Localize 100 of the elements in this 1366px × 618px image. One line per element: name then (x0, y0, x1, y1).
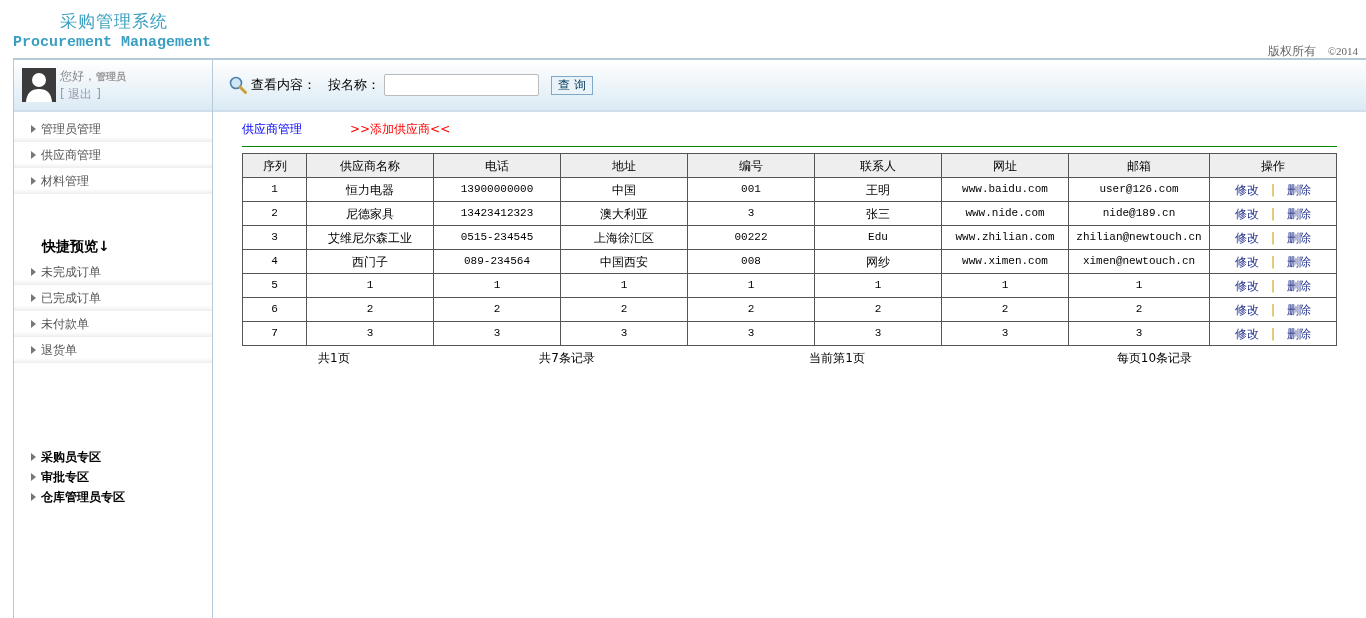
delete-link[interactable]: 删除 (1287, 278, 1311, 293)
table-cell: 恒力电器 (306, 177, 434, 202)
table-cell: 王明 (814, 177, 942, 202)
table-cell: 5 (242, 273, 307, 298)
table-cell: 3 (1068, 321, 1210, 346)
delete-link[interactable]: 删除 (1287, 254, 1311, 269)
table-cell: 008 (687, 249, 815, 274)
pagination-text: 共7条记录 (538, 350, 596, 367)
table-cell: 2 (242, 201, 307, 226)
edit-link[interactable]: 修改 (1234, 326, 1259, 341)
search-button[interactable]: 查 询 (551, 75, 593, 95)
table-cell: www.nide.com (941, 201, 1069, 226)
triangle-icon (31, 473, 36, 481)
section-title: 快捷预览↓ (40, 237, 111, 256)
table-cell: 1 (687, 273, 815, 298)
separator: | (1270, 302, 1275, 317)
table-cell: 4 (242, 249, 307, 274)
table-cell: 3 (941, 321, 1069, 346)
separator: | (1270, 278, 1275, 293)
triangle-icon (31, 125, 36, 133)
menu-item[interactable]: 材料管理 (41, 172, 89, 190)
app-subtitle: Procurement Management (13, 33, 212, 53)
copyright-year: ©2014 (1327, 44, 1358, 59)
column-header: 操作 (1209, 153, 1337, 178)
table-cell: 3 (433, 321, 561, 346)
table-cell: www.zhilian.com (941, 225, 1069, 250)
table-cell: Edu (814, 225, 942, 250)
table-cell: 1 (560, 273, 688, 298)
delete-link[interactable]: 删除 (1287, 206, 1311, 221)
search-field[interactable] (384, 74, 539, 96)
table-cell: 2 (560, 297, 688, 322)
breadcrumb-link[interactable]: 供应商管理 (242, 120, 302, 138)
table-cell: 3 (814, 321, 942, 346)
greeting-text: 您好， (60, 69, 96, 83)
column-header: 供应商名称 (306, 153, 434, 178)
column-header: 网址 (941, 153, 1069, 178)
table-cell: nide@189.cn (1068, 201, 1210, 226)
edit-link[interactable]: 修改 (1234, 302, 1259, 317)
delete-link[interactable]: 删除 (1287, 230, 1311, 245)
menu-item[interactable]: 退货单 (41, 341, 77, 359)
table-cell: 001 (687, 177, 815, 202)
table-cell: 13423412323 (433, 201, 561, 226)
triangle-icon (31, 453, 36, 461)
table-cell: 澳大利亚 (560, 201, 688, 226)
table-cell: 089-234564 (433, 249, 561, 274)
table-cell: 3 (242, 225, 307, 250)
table-cell: 13900000000 (433, 177, 561, 202)
triangle-icon (31, 268, 36, 276)
add-supplier-link[interactable]: >>添加供应商<< (350, 120, 451, 138)
triangle-icon (31, 493, 36, 501)
table-cell: 7 (242, 321, 307, 346)
table-cell: 艾维尼尔森工业 (306, 225, 434, 250)
triangle-icon (31, 320, 36, 328)
zone-link[interactable]: 采购员专区 (41, 448, 101, 466)
table-cell: www.ximen.com (941, 249, 1069, 274)
menu-item[interactable]: 已完成订单 (41, 289, 101, 307)
table-cell: ximen@newtouch.cn (1068, 249, 1210, 274)
column-header: 邮箱 (1068, 153, 1210, 178)
edit-link[interactable]: 修改 (1234, 206, 1259, 221)
zone-link[interactable]: 审批专区 (41, 468, 89, 486)
edit-link[interactable]: 修改 (1234, 230, 1259, 245)
triangle-icon (31, 151, 36, 159)
delete-link[interactable]: 删除 (1287, 326, 1311, 341)
table-cell: 1 (814, 273, 942, 298)
table-cell: 2 (814, 297, 942, 322)
table-cell: 2 (941, 297, 1069, 322)
table-cell: 2 (433, 297, 561, 322)
column-header: 序列 (242, 153, 307, 178)
table-cell: 中国 (560, 177, 688, 202)
table-cell: 2 (1068, 297, 1210, 322)
table-cell: www.baidu.com (941, 177, 1069, 202)
zone-link[interactable]: 仓库管理员专区 (41, 488, 125, 506)
separator: | (1270, 254, 1275, 269)
menu-item[interactable]: 管理员管理 (41, 120, 101, 138)
table-cell: 3 (306, 321, 434, 346)
table-cell: 1 (1068, 273, 1210, 298)
table-cell: 网纱 (814, 249, 942, 274)
table-cell: 3 (687, 201, 815, 226)
search-label: 查看内容： (251, 76, 316, 95)
edit-link[interactable]: 修改 (1234, 278, 1259, 293)
table-cell: 1 (306, 273, 434, 298)
separator: | (1270, 326, 1275, 341)
delete-link[interactable]: 删除 (1287, 182, 1311, 197)
table-cell: 6 (242, 297, 307, 322)
pagination-text: 共1页 (317, 350, 351, 367)
column-header: 编号 (687, 153, 815, 178)
table-cell: 尼德家具 (306, 201, 434, 226)
table-cell: 3 (687, 321, 815, 346)
column-header: 电话 (433, 153, 561, 178)
menu-item[interactable]: 未付款单 (41, 315, 89, 333)
menu-item[interactable]: 供应商管理 (41, 146, 101, 164)
delete-link[interactable]: 删除 (1287, 302, 1311, 317)
table-cell: 00222 (687, 225, 815, 250)
user-role: 管理员 (96, 71, 126, 82)
search-icon (229, 76, 247, 94)
edit-link[interactable]: 修改 (1234, 254, 1259, 269)
copyright-text: 版权所有 (1267, 43, 1316, 60)
triangle-icon (31, 177, 36, 185)
menu-item[interactable]: 未完成订单 (41, 263, 101, 281)
edit-link[interactable]: 修改 (1234, 182, 1259, 197)
